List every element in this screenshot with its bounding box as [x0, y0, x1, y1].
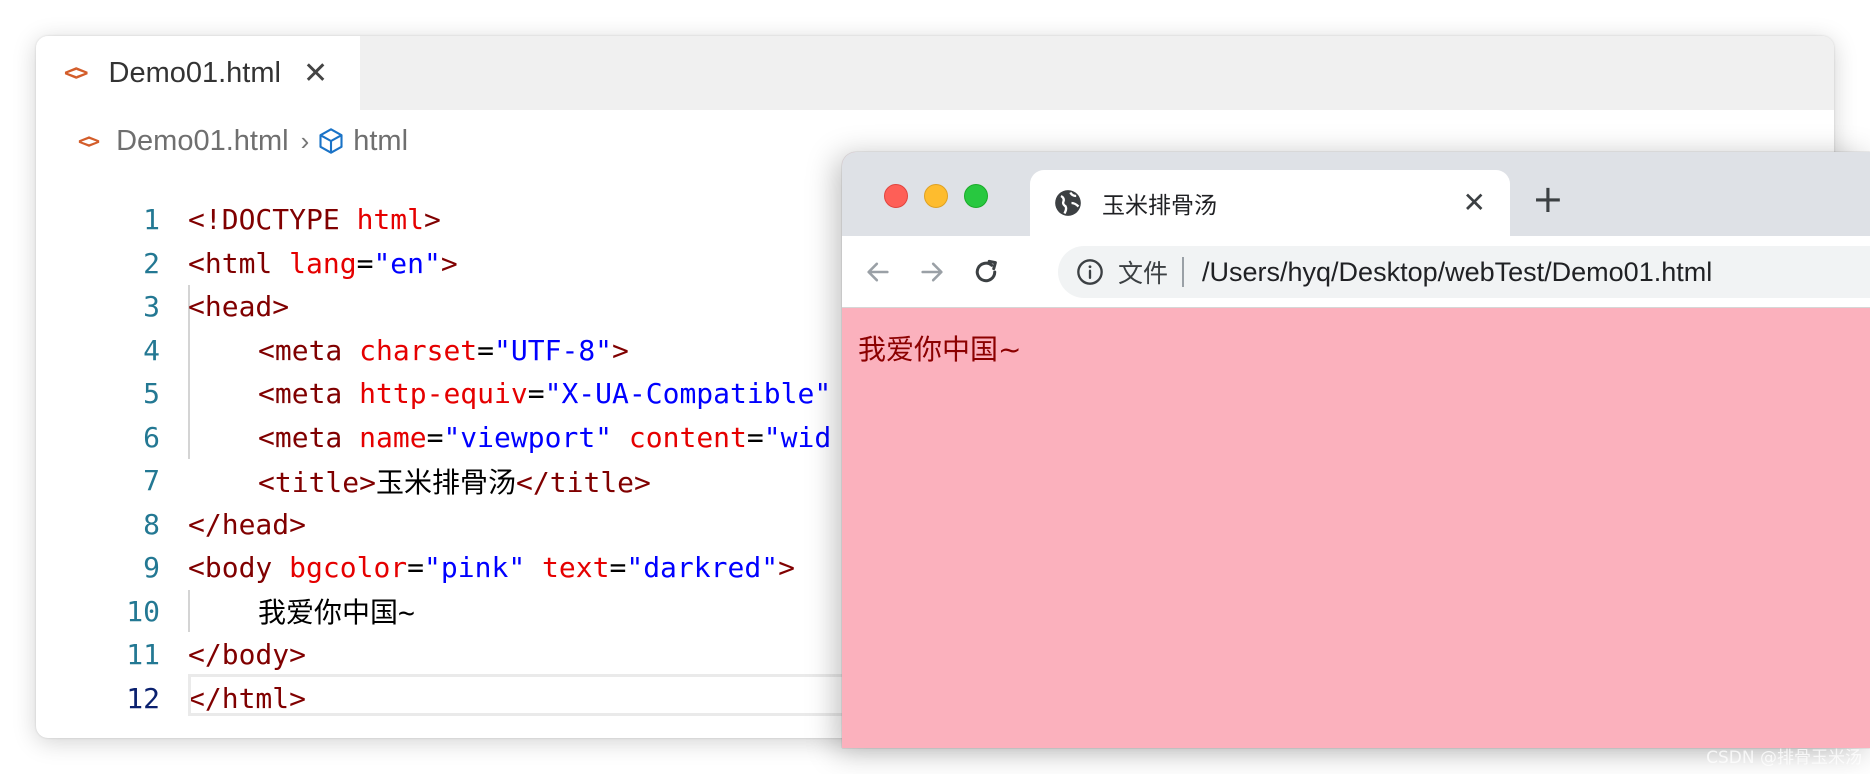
code-token: 我爱你中国~	[258, 596, 415, 630]
cube-icon	[317, 127, 345, 155]
line-source: <head>	[188, 290, 289, 323]
code-token: bgcolor	[289, 551, 408, 585]
minimize-window-button[interactable]	[924, 184, 948, 208]
line-number: 12	[126, 681, 160, 715]
breadcrumb-node[interactable]: html	[353, 125, 408, 158]
code-token: =	[527, 377, 545, 411]
browser-title-bar: 玉米排骨汤 ✕ +	[842, 152, 1870, 236]
address-divider	[1182, 257, 1185, 287]
code-file-icon: <>	[78, 129, 100, 153]
code-token: <meta	[258, 377, 360, 411]
line-number: 11	[126, 638, 160, 672]
code-token: =	[746, 420, 764, 454]
code-file-icon: <>	[64, 60, 88, 86]
line-source: </head>	[188, 508, 306, 541]
code-token: http-equiv	[359, 377, 528, 411]
code-token: =	[609, 551, 627, 585]
code-token: </body>	[188, 638, 307, 672]
browser-tab[interactable]: 玉米排骨汤 ✕	[1030, 170, 1510, 236]
line-number: 6	[143, 420, 160, 454]
line-source: <html lang="en">	[188, 247, 458, 280]
breadcrumb: <> Demo01.html › html	[78, 116, 408, 166]
code-token: <meta	[258, 420, 360, 454]
address-bar[interactable]: 文件 /Users/hyq/Desktop/webTest/Demo01.htm…	[1058, 246, 1870, 298]
line-number: 2	[143, 246, 160, 280]
code-token: </head>	[188, 507, 307, 541]
code-token: html	[356, 203, 425, 237]
line-source: <meta charset="UTF-8">	[188, 334, 629, 367]
line-number: 3	[143, 290, 160, 324]
arrow-right-icon	[921, 262, 943, 282]
code-token: name	[359, 420, 427, 454]
code-token: =	[407, 551, 425, 585]
file-scheme-label: 文件	[1118, 259, 1169, 288]
code-token: "viewport"	[443, 420, 613, 454]
code-token: <head>	[188, 290, 290, 324]
code-token: </title>	[516, 465, 651, 499]
line-number: 9	[143, 551, 160, 585]
reload-icon	[975, 259, 997, 283]
browser-toolbar: 文件 /Users/hyq/Desktop/webTest/Demo01.htm…	[842, 236, 1870, 308]
forward-button[interactable]	[910, 250, 954, 294]
line-source: <meta http-equiv="X-UA-Compatible"	[188, 377, 831, 410]
code-token: >	[440, 246, 458, 280]
browser-window: 玉米排骨汤 ✕ + 文件 /Users/hyq/Desktop/webTest/…	[842, 152, 1870, 748]
chevron-right-icon: ›	[300, 125, 310, 156]
line-number: 4	[143, 333, 160, 367]
arrow-left-icon	[867, 262, 889, 282]
code-token: >	[612, 333, 629, 367]
code-token: "pink"	[424, 551, 526, 585]
code-token: <html	[188, 246, 290, 280]
code-token: charset	[359, 333, 478, 367]
close-icon[interactable]: ✕	[303, 56, 328, 91]
code-token: =	[477, 333, 495, 367]
line-number: 8	[143, 507, 160, 541]
code-token: >	[424, 203, 441, 237]
code-token: text	[542, 551, 610, 585]
line-source: </body>	[188, 638, 306, 671]
line-number: 1	[143, 203, 160, 237]
editor-tab-title: Demo01.html	[108, 56, 281, 89]
line-number: 5	[143, 377, 160, 411]
line-source: <body bgcolor="pink" text="darkred">	[188, 551, 795, 584]
code-token: <!DOCTYPE	[188, 203, 357, 237]
maximize-window-button[interactable]	[964, 184, 988, 208]
code-token: >	[778, 551, 795, 585]
editor-tab-bar: <> Demo01.html ✕	[36, 36, 1834, 110]
reload-button[interactable]	[964, 250, 1008, 294]
line-source: 我爱你中国~	[188, 591, 415, 631]
code-token: 玉米排骨汤	[376, 465, 517, 499]
page-body-text: 我爱你中国~	[858, 333, 1022, 366]
new-tab-button[interactable]: +	[1532, 180, 1564, 218]
line-source: <meta name="viewport" content="wid	[188, 421, 831, 454]
line-number: 10	[126, 594, 160, 628]
code-token: <meta	[258, 333, 360, 367]
close-icon[interactable]: ✕	[1463, 186, 1486, 219]
code-token: content	[628, 420, 747, 454]
browser-tab-title: 玉米排骨汤	[1102, 193, 1217, 219]
code-token: "X-UA-Compatible"	[544, 377, 832, 411]
globe-icon	[1054, 189, 1082, 217]
code-token: lang	[289, 246, 357, 280]
editor-tab-demo01[interactable]: <> Demo01.html ✕	[36, 36, 360, 110]
back-button[interactable]	[856, 250, 900, 294]
code-token: "en"	[373, 246, 441, 280]
line-source: <!DOCTYPE html>	[188, 203, 441, 236]
address-url[interactable]: /Users/hyq/Desktop/webTest/Demo01.html	[1202, 257, 1712, 288]
code-token: <body	[188, 551, 290, 585]
close-window-button[interactable]	[884, 184, 908, 208]
code-token: =	[356, 246, 374, 280]
breadcrumb-file[interactable]: Demo01.html	[116, 125, 288, 158]
info-icon[interactable]	[1076, 258, 1104, 286]
code-token: "UTF-8"	[494, 333, 613, 367]
code-token: <title>	[258, 465, 377, 499]
watermark: CSDN @排骨玉米汤	[1706, 748, 1862, 768]
line-number: 7	[143, 464, 160, 498]
code-token: =	[426, 420, 444, 454]
code-token: "wid	[763, 420, 832, 454]
code-token: "darkred"	[626, 551, 779, 585]
line-source: <title>玉米排骨汤</title>	[188, 461, 651, 501]
